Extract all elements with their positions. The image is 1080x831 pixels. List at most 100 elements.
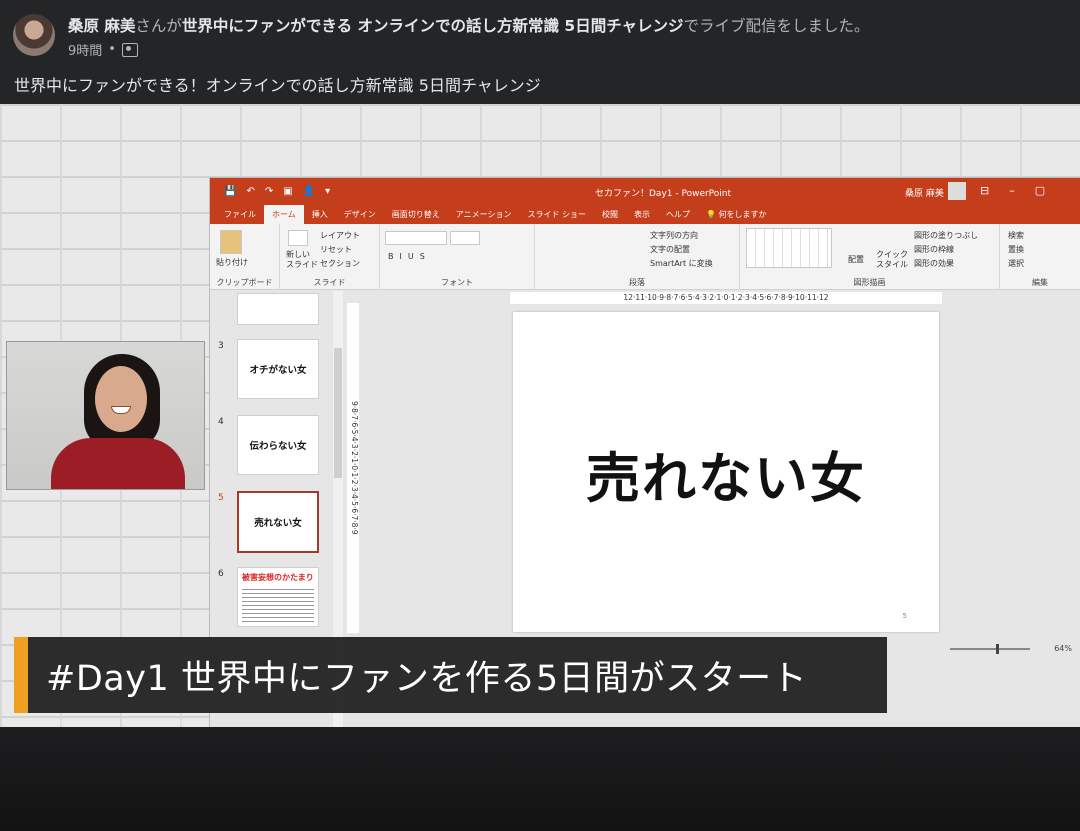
horizontal-ruler: 12·11·10·9·8·7·6·5·4·3·2·1·0·1·2·3·4·5·6… (510, 292, 942, 304)
user-icon: 👤 (302, 186, 316, 197)
slide-title: 売れない女 (586, 447, 866, 510)
ribbon: 貼り付け クリップボード 新しい スライド レイアウト リセット セクション ス… (210, 224, 1080, 290)
presenter-body (51, 438, 185, 489)
save-icon: 💾 (224, 186, 237, 197)
editing-group-label: 編集 (1032, 278, 1048, 287)
presenter-face (95, 366, 147, 432)
thumb-number: 6 (218, 569, 224, 579)
tab-view: 表示 (634, 210, 650, 219)
ribbon-tabs: ファイル ホーム 挿入 デザイン 画面切り替え アニメーション スライド ショー… (210, 205, 1080, 224)
redo-icon: ↷ (264, 186, 274, 197)
minimize-icon: – (1009, 184, 1015, 197)
slide-number: 5 (902, 612, 907, 620)
new-slide-label: 新しい スライド (286, 250, 318, 269)
present-icon: ▣ (283, 186, 293, 197)
font-name-box (385, 231, 447, 245)
zoom-slider (950, 648, 1030, 650)
slide-thumbnail-5: 売れない女 (237, 491, 319, 553)
clipboard-group: 貼り付け クリップボード (210, 224, 280, 290)
thumb-6-body (242, 586, 314, 622)
headline-suffix: でライブ配信をしました。 (683, 17, 870, 35)
quick-style-label: クイック スタイル (876, 250, 908, 269)
post-header: 桑原 麻美さんが世界中にファンができる オンラインでの話し方新常識 5日間チャレ… (0, 0, 1080, 104)
zoom-slider-thumb (996, 644, 999, 654)
tab-design: デザイン (343, 210, 376, 219)
font-size-box (450, 231, 480, 245)
post-time[interactable]: 9時間 (68, 40, 102, 59)
author-name[interactable]: 桑原 麻美 (68, 17, 135, 35)
select-label: 選択 (1008, 259, 1024, 268)
clipboard-label: クリップボード (216, 278, 273, 287)
drawing-group-label: 図形描画 (853, 278, 886, 287)
thumb-6-title: 被害妄想のかたまり (242, 573, 314, 582)
paste-label: 貼り付け (216, 258, 248, 267)
post-meta: 9時間 • (68, 40, 138, 59)
slides-group-label: スライド (313, 278, 346, 287)
shape-effects-label: 図形の効果 (914, 259, 954, 268)
thumb-number: 4 (218, 417, 224, 427)
webcam-overlay (6, 341, 205, 490)
quick-access-toolbar: 💾 ↶ ↷ ▣ 👤 ▾ (224, 186, 330, 197)
replace-label: 置換 (1008, 245, 1024, 254)
font-format-buttons: BIUS (388, 252, 431, 261)
slide-thumbnail-3: オチがない女 (237, 339, 319, 399)
new-slide-icon (288, 230, 308, 246)
document-title: セカファン！Day1 - PowerPoint (595, 189, 732, 199)
group-icon[interactable] (121, 42, 138, 57)
font-group-label: フォント (441, 278, 473, 287)
shape-fill-label: 図形の塗りつぶし (914, 231, 979, 240)
slide-thumbnail-6: 被害妄想のかたまり (237, 567, 319, 627)
zoom-level: 64% (1054, 644, 1072, 653)
video-bottom-bar (0, 727, 1080, 831)
vertical-ruler: 9·8·7·6·5·4·3·2·1·0·1·2·3·4·5·6·7·8·9 (347, 303, 359, 633)
paragraph-group-label: 段落 (629, 278, 645, 287)
find-label: 検索 (1008, 231, 1024, 240)
align-text-label: 文字の配置 (650, 245, 690, 254)
thumb-number: 5 (218, 493, 224, 503)
tab-slideshow: スライド ショー (527, 210, 586, 219)
reset-label: リセット (320, 245, 352, 254)
tell-me-search: 💡 何をしますか (706, 210, 767, 219)
tab-file: ファイル (224, 210, 256, 219)
window-controls: ⊟ – ▢ (980, 184, 1045, 197)
shape-outline-label: 図形の枠線 (914, 245, 954, 254)
ppt-titlebar: 💾 ↶ ↷ ▣ 👤 ▾ セカファン！Day1 - PowerPoint 桑原 麻… (210, 178, 1080, 205)
editing-group: 検索 置換 選択 編集 (1000, 224, 1080, 290)
arrange-label: 配置 (848, 255, 864, 264)
ribbon-display-icon: ⊟ (980, 184, 990, 197)
author-avatar[interactable] (13, 14, 55, 56)
paste-icon (220, 230, 242, 254)
text-direction-label: 文字列の方向 (650, 231, 698, 240)
slide-thumbnail-4: 伝わらない女 (237, 415, 319, 475)
scrollbar-thumb (334, 348, 342, 478)
post-headline: 桑原 麻美さんが世界中にファンができる オンラインでの話し方新常識 5日間チャレ… (68, 14, 870, 36)
thumb-number: 3 (218, 341, 224, 351)
maximize-icon: ▢ (1034, 184, 1046, 197)
font-group: BIUS フォント (380, 224, 535, 290)
tab-insert: 挿入 (311, 210, 328, 219)
video-caption: #Day1 世界中にファンを作る5日間がスタート (14, 637, 887, 713)
paragraph-group: 文字列の方向 文字の配置 SmartArt に変換 段落 (535, 224, 740, 290)
meta-separator: • (108, 42, 116, 57)
tab-animations: アニメーション (455, 210, 512, 219)
customize-icon: ▾ (325, 186, 331, 197)
live-video[interactable]: 💾 ↶ ↷ ▣ 👤 ▾ セカファン！Day1 - PowerPoint 桑原 麻… (0, 104, 1080, 727)
event-title-link[interactable]: 世界中にファンができる オンラインでの話し方新常識 5日間チャレンジ (182, 17, 684, 35)
caption-text: #Day1 世界中にファンを作る5日間がスタート (46, 658, 808, 699)
tab-review: 校閲 (602, 210, 618, 219)
section-label: セクション (320, 259, 360, 268)
drawing-group: 配置 クイック スタイル 図形の塗りつぶし 図形の枠線 図形の効果 図形描画 (740, 224, 1000, 290)
shapes-gallery (746, 228, 832, 268)
current-slide: 売れない女 5 (513, 312, 939, 632)
slides-group: 新しい スライド レイアウト リセット セクション スライド (280, 224, 380, 290)
smartart-label: SmartArt に変換 (650, 259, 713, 268)
ppt-user-avatar (948, 182, 966, 200)
ppt-user-name: 桑原 麻美 (905, 189, 944, 199)
tab-help: ヘルプ (666, 210, 690, 219)
undo-icon: ↶ (246, 186, 255, 197)
layout-label: レイアウト (320, 231, 360, 240)
tab-transitions: 画面切り替え (391, 210, 440, 219)
tab-home: ホーム (264, 205, 304, 224)
headline-connector: さんが (135, 17, 182, 35)
post-text: 世界中にファンができる！オンラインでの話し方新常識 5日間チャレンジ (14, 76, 541, 95)
